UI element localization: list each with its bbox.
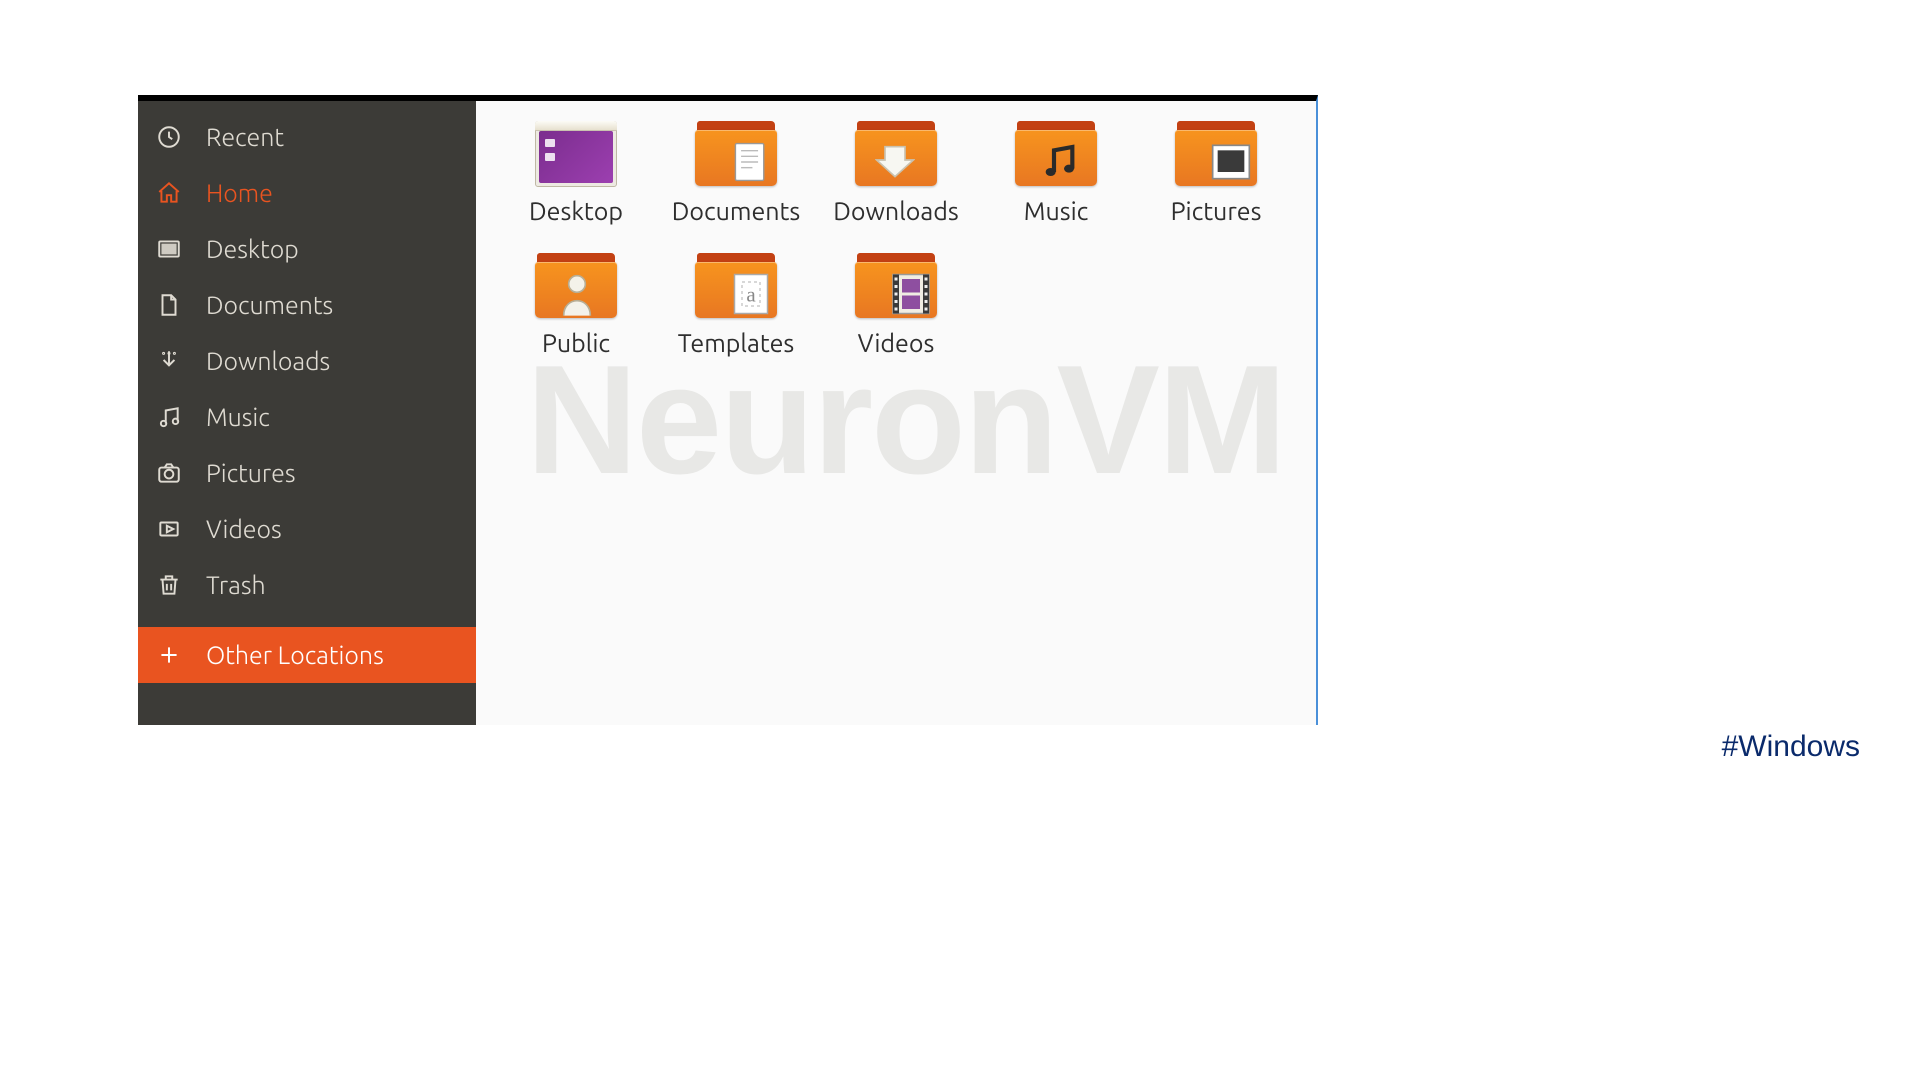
pictures-emblem-icon <box>1211 141 1251 183</box>
sidebar-item-label: Other Locations <box>206 641 384 669</box>
folder-icon <box>695 121 777 187</box>
sidebar-item-other-locations[interactable]: Other Locations <box>138 627 476 683</box>
svg-text:a: a <box>746 283 756 307</box>
sidebar-item-label: Music <box>206 403 270 431</box>
document-icon <box>156 292 206 318</box>
folder-label: Public <box>542 329 610 357</box>
music-icon <box>156 404 206 430</box>
sidebar-item-home[interactable]: Home <box>138 165 476 221</box>
sidebar-item-documents[interactable]: Documents <box>138 277 476 333</box>
desktop-screen-icon <box>535 121 617 187</box>
folder-pictures[interactable]: Pictures <box>1136 121 1296 225</box>
folder-icon <box>855 253 937 319</box>
download-emblem-icon <box>875 139 915 181</box>
sidebar-item-pictures[interactable]: Pictures <box>138 445 476 501</box>
sidebar: Recent Home Desktop Documents Downloads <box>138 101 476 725</box>
folder-templates[interactable]: a Templates <box>656 253 816 357</box>
sidebar-item-label: Desktop <box>206 235 299 263</box>
folder-label: Downloads <box>833 197 958 225</box>
clock-icon <box>156 124 206 150</box>
folder-icon <box>535 253 617 319</box>
videos-emblem-icon <box>891 273 931 315</box>
sidebar-item-label: Videos <box>206 515 282 543</box>
sidebar-item-recent[interactable]: Recent <box>138 109 476 165</box>
plus-icon <box>156 642 206 668</box>
folder-icon: a <box>695 253 777 319</box>
folder-icon <box>1175 121 1257 187</box>
main-content[interactable]: NeuronVM Desktop Documents <box>476 101 1316 725</box>
folder-icon <box>1015 121 1097 187</box>
sidebar-item-label: Recent <box>206 123 284 151</box>
folder-desktop[interactable]: Desktop <box>496 121 656 225</box>
folder-grid: Desktop Documents <box>476 101 1316 405</box>
music-emblem-icon <box>1039 141 1079 183</box>
home-icon <box>156 180 206 206</box>
sidebar-item-music[interactable]: Music <box>138 389 476 445</box>
templates-emblem-icon: a <box>731 273 771 315</box>
sidebar-item-label: Pictures <box>206 459 295 487</box>
sidebar-item-label: Home <box>206 179 273 207</box>
folder-label: Templates <box>678 329 795 357</box>
folder-music[interactable]: Music <box>976 121 1136 225</box>
desktop-folder-icon <box>156 236 206 262</box>
folder-icon <box>855 121 937 187</box>
folder-label: Documents <box>672 197 801 225</box>
public-emblem-icon <box>557 273 597 315</box>
folder-documents[interactable]: Documents <box>656 121 816 225</box>
folder-label: Pictures <box>1171 197 1262 225</box>
sidebar-item-label: Downloads <box>206 347 330 375</box>
trash-icon <box>156 572 206 598</box>
folder-label: Music <box>1024 197 1089 225</box>
sidebar-item-downloads[interactable]: Downloads <box>138 333 476 389</box>
folder-downloads[interactable]: Downloads <box>816 121 976 225</box>
sidebar-item-trash[interactable]: Trash <box>138 557 476 613</box>
footer-hashtag: #Windows <box>1722 730 1860 764</box>
folder-label: Desktop <box>529 197 623 225</box>
document-emblem-icon <box>731 141 771 183</box>
sidebar-item-label: Documents <box>206 291 333 319</box>
sidebar-item-label: Trash <box>206 571 266 599</box>
download-icon <box>156 348 206 374</box>
folder-label: Videos <box>858 329 935 357</box>
folder-videos[interactable]: Videos <box>816 253 976 357</box>
sidebar-item-desktop[interactable]: Desktop <box>138 221 476 277</box>
camera-icon <box>156 460 206 486</box>
folder-public[interactable]: Public <box>496 253 656 357</box>
file-manager-window: Recent Home Desktop Documents Downloads <box>138 95 1318 725</box>
video-icon <box>156 516 206 542</box>
sidebar-item-videos[interactable]: Videos <box>138 501 476 557</box>
